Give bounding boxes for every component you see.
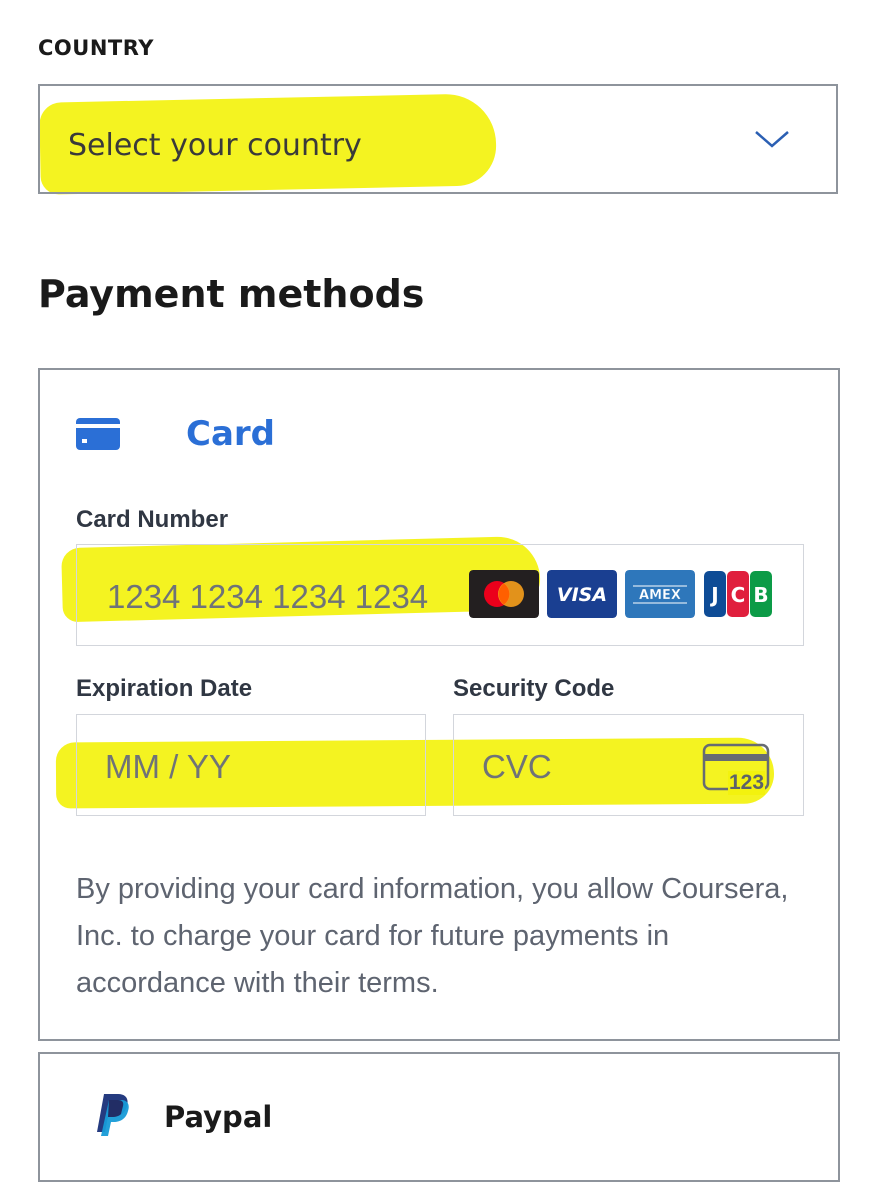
card-number-input[interactable]: 1234 1234 1234 1234 VISA AMEX J C B: [76, 544, 804, 646]
security-code-placeholder: CVC: [482, 748, 552, 785]
svg-text:J: J: [709, 583, 718, 607]
security-code-input[interactable]: CVC 123: [453, 714, 804, 816]
card-number-label: Card Number: [76, 506, 229, 533]
country-label: COUNTRY: [38, 36, 154, 60]
jcb-icon: J C B: [704, 571, 772, 617]
chevron-down-icon: [755, 131, 789, 148]
amex-icon: AMEX: [625, 570, 695, 618]
payment-methods-heading: Payment methods: [38, 272, 425, 316]
expiration-date-input[interactable]: MM / YY: [76, 714, 426, 816]
visa-icon: VISA: [547, 570, 617, 618]
svg-text:AMEX: AMEX: [639, 588, 681, 603]
svg-text:B: B: [753, 583, 768, 607]
country-select[interactable]: Select your country: [38, 84, 838, 194]
svg-text:VISA: VISA: [557, 584, 607, 606]
paypal-icon: [97, 1094, 129, 1136]
expiration-date-placeholder: MM / YY: [105, 748, 231, 785]
mastercard-icon: [469, 570, 539, 618]
paypal-payment-option[interactable]: Paypal: [38, 1052, 840, 1182]
credit-card-icon: [76, 418, 120, 450]
svg-text:C: C: [731, 583, 746, 607]
country-select-value: Select your country: [68, 128, 362, 163]
paypal-option-label: Paypal: [164, 1100, 273, 1134]
card-payment-option[interactable]: Card Card Number 1234 1234 1234 1234 VIS…: [38, 368, 840, 1041]
cvc-icon-text: 123: [728, 771, 766, 795]
expiration-date-label: Expiration Date: [76, 675, 253, 702]
security-code-label: Security Code: [453, 675, 615, 702]
card-number-placeholder: 1234 1234 1234 1234: [107, 578, 429, 615]
card-option-title: Card: [186, 414, 276, 454]
card-terms-text: By providing your card information, you …: [76, 873, 789, 999]
